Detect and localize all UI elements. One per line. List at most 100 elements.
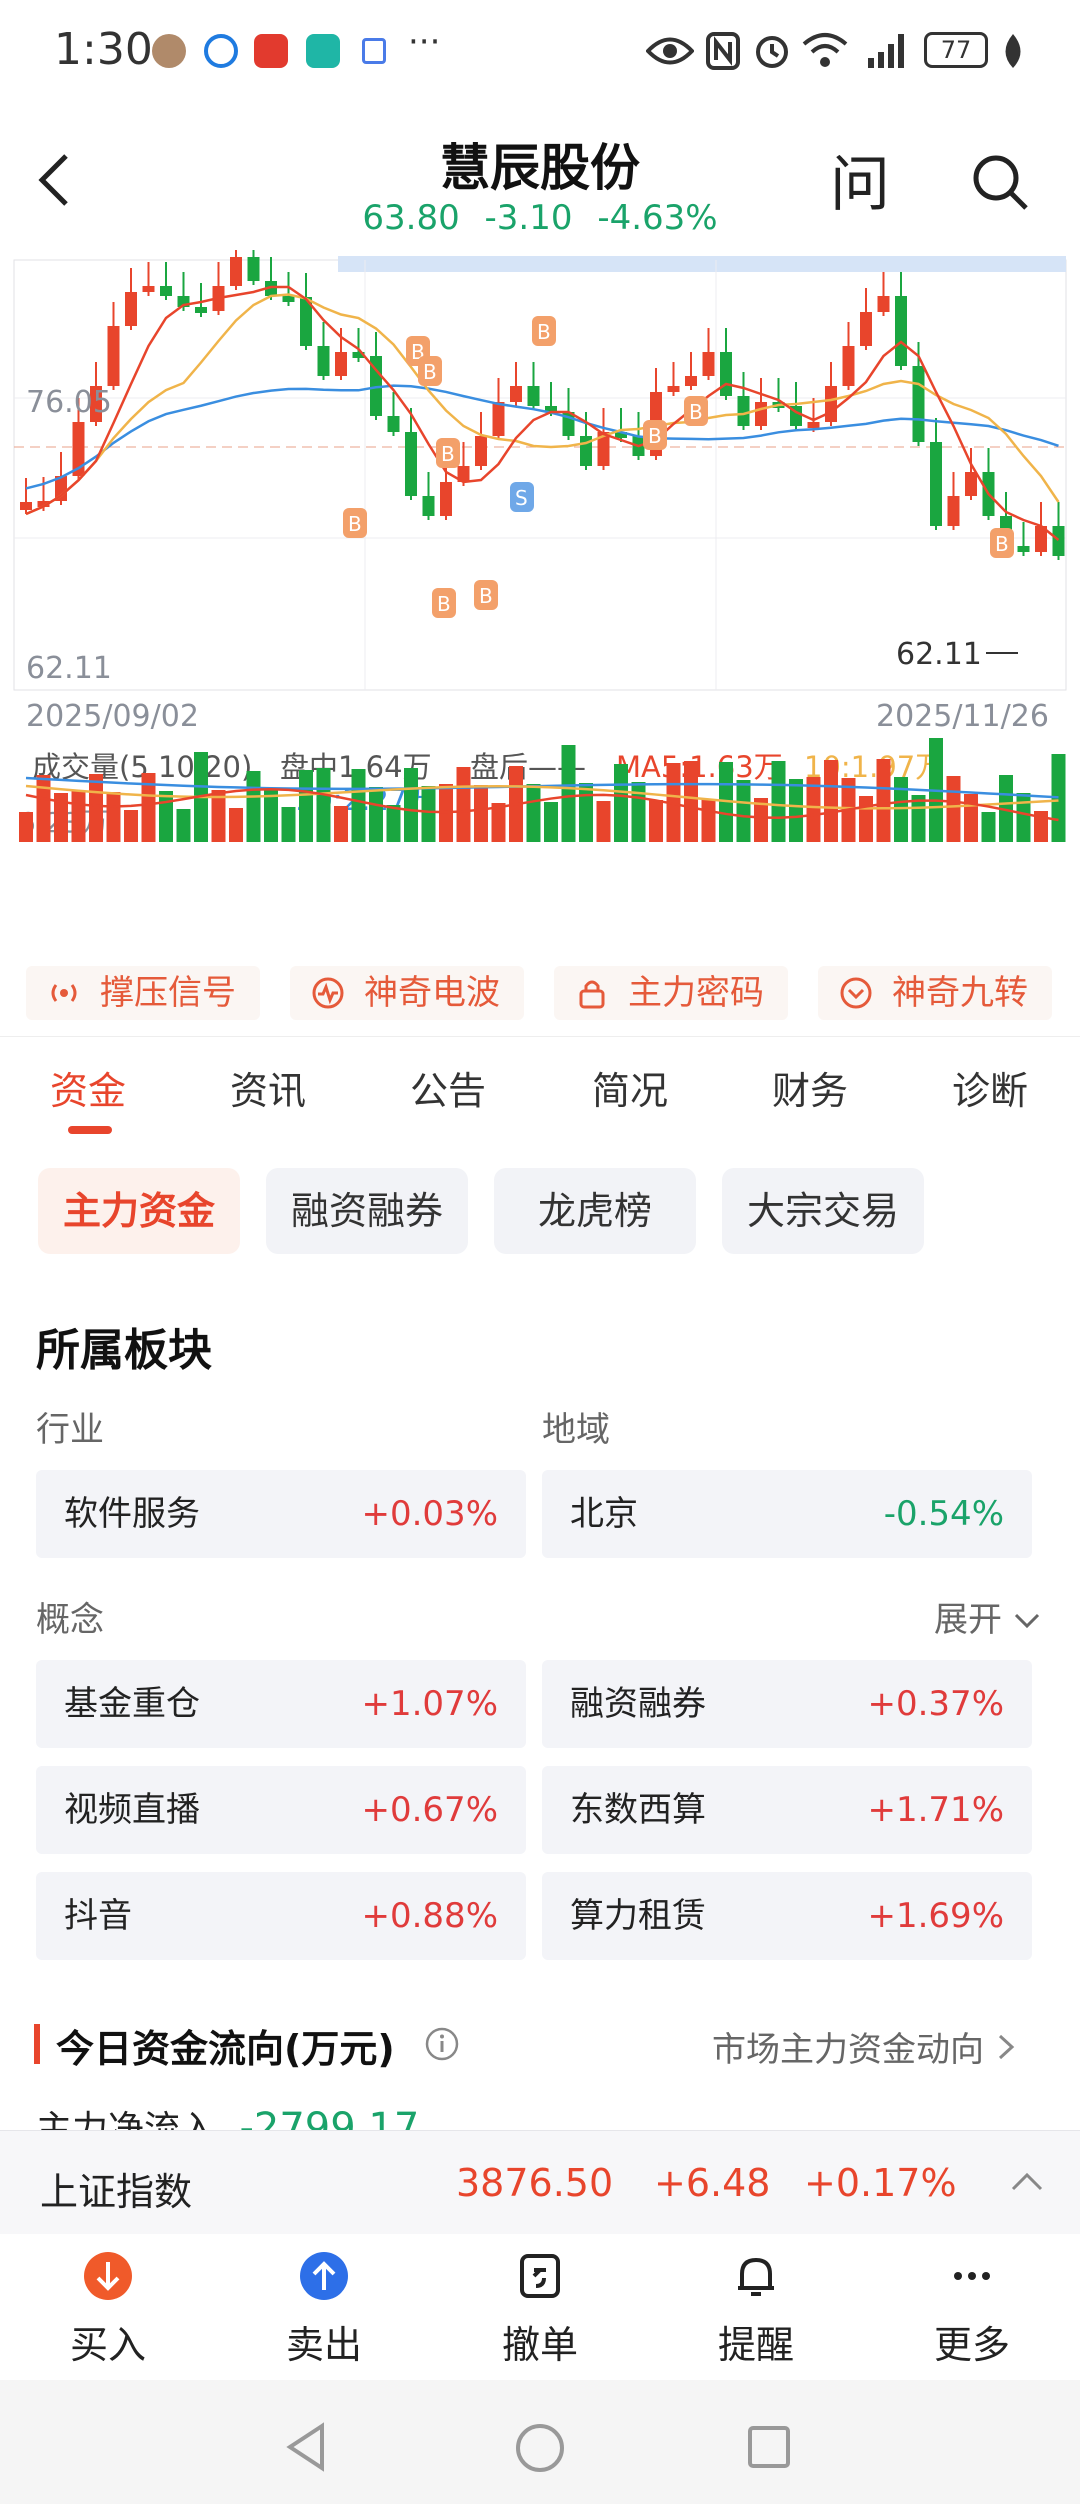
sector-name: 融资融券 [570,1684,706,1724]
tab-diagnosis[interactable]: 诊断 [952,1060,1028,1115]
sector-name: 东数西算 [570,1790,706,1830]
ask-button[interactable]: 问 [830,152,894,218]
buy-label: 买入 [69,2323,146,2367]
subtab-main-funds[interactable]: 主力资金 [38,1168,240,1254]
concept-card[interactable]: 抖音 +0.88% [36,1872,526,1960]
candle-body [160,286,172,296]
candle-body [107,326,120,386]
buy-signal-marker: B [684,396,708,426]
subtab-margin[interactable]: 融资融券 [266,1168,468,1254]
sector-change: +0.03% [361,1494,499,1534]
chip-main-password[interactable]: 主力密码 [554,966,788,1020]
buy-signal-marker: B [418,356,442,386]
volume-bar [894,777,908,842]
alert-button[interactable]: 提醒 [686,2250,826,2369]
section-marker [34,2024,40,2064]
volume-bar [771,761,786,842]
stock-name: 慧辰股份 [440,139,640,197]
nav-back-icon[interactable] [284,2422,328,2472]
sector-title: 所属板块 [36,1325,212,1376]
expand-button[interactable]: 展开 [934,1592,1041,1641]
buy-button[interactable]: 买入 [38,2250,178,2369]
tab-news[interactable]: 资讯 [230,1060,306,1115]
candle-body [965,472,977,496]
status-time: 1:30 [54,24,153,75]
sell-arrow-icon [300,2252,348,2300]
candle-body [720,352,732,396]
status-bar: 1:30 ··· 77 [0,0,1080,100]
signal-waves-icon [51,984,77,1002]
search-icon[interactable] [970,152,1030,212]
candle-body [510,386,522,402]
volume-bar [299,770,313,842]
volume-bar [159,791,173,842]
cancel-order-button[interactable]: 撤单 [470,2250,610,2369]
market-fund-link[interactable]: 市场主力资金动向 [712,2022,1017,2071]
svg-text:B: B [648,424,662,448]
volume-bar [649,800,663,842]
sector-name: 抖音 [64,1896,132,1936]
candle-body [230,257,242,286]
concept-card[interactable]: 基金重仓 +1.07% [36,1660,526,1748]
tab-funds[interactable]: 资金 [50,1060,126,1115]
candle-body [422,496,435,516]
sector-change: +0.88% [361,1896,499,1936]
kline-chart[interactable]: BBBBSBB BBBB 76.05 62.11 62.11 2025/09/02… [0,250,1080,950]
nav-home-icon[interactable] [514,2422,566,2474]
tab-finance[interactable]: 财务 [772,1060,848,1115]
cancel-order-label: 撤单 [501,2323,578,2367]
bell-icon [738,2257,774,2296]
volume-bar [369,787,383,842]
sector-name: 算力租赁 [570,1896,706,1936]
candle-body [247,257,260,281]
subtab-dragon-tiger[interactable]: 龙虎榜 [494,1168,696,1254]
volume-bar [106,792,121,842]
candle-body [317,346,330,376]
alarm-icon [756,36,788,68]
candle-body [440,482,452,516]
candle-body [125,292,137,326]
svg-text:B: B [479,584,493,608]
candle-body [282,296,295,302]
svg-text:B: B [437,592,451,616]
index-ticker-bar[interactable]: 上证指数 3876.50 +6.48 +0.17% [0,2130,1080,2234]
main-tabs: 资金 资讯 公告 简况 财务 诊断 [0,1060,1080,1140]
buy-arrow-icon [84,2252,132,2300]
active-tab-indicator [68,1126,112,1134]
sell-button[interactable]: 卖出 [254,2250,394,2369]
concept-card[interactable]: 融资融券 +0.37% [542,1660,1032,1748]
volume-bar [281,807,296,842]
tab-announcements[interactable]: 公告 [410,1060,486,1115]
nav-recents-icon[interactable] [746,2424,792,2470]
chip-label: 神奇九转 [892,973,1028,1013]
concept-card[interactable]: 东数西算 +1.71% [542,1766,1032,1854]
subtab-block-trade[interactable]: 大宗交易 [722,1168,924,1254]
info-icon[interactable] [424,2026,460,2062]
candle-body [475,436,487,466]
more-button[interactable]: 更多 [902,2250,1042,2369]
volume-bar [89,774,103,842]
volume-bar [824,760,838,842]
signal-icon [868,34,904,68]
concept-card[interactable]: 算力租赁 +1.69% [542,1872,1032,1960]
volume-bar [246,771,261,842]
eye-icon [646,37,694,65]
chip-label: 撑压信号 [100,973,236,1013]
chip-magic-wave[interactable]: 神奇电波 [290,966,524,1020]
stock-change-pct: -4.63% [597,198,718,238]
industry-card[interactable]: 软件服务 +0.03% [36,1470,526,1558]
volume-bar [701,799,716,842]
chip-support-resistance[interactable]: 撑压信号 [26,966,260,1020]
region-label: 地域 [542,1410,610,1450]
concept-card[interactable]: 视频直播 +0.67% [36,1766,526,1854]
chip-label: 神奇电波 [364,973,500,1013]
battery-icon: 77 [924,32,988,68]
volume-bar [614,764,628,842]
ask-icon: 问 [830,150,890,220]
date-start: 2025/09/02 [26,699,199,734]
region-card[interactable]: 北京 -0.54% [542,1470,1032,1558]
chip-magic-nine[interactable]: 神奇九转 [818,966,1052,1020]
chevron-up-icon[interactable] [1010,2169,1044,2193]
candle-body [877,296,890,312]
tab-profile[interactable]: 简况 [592,1060,668,1115]
